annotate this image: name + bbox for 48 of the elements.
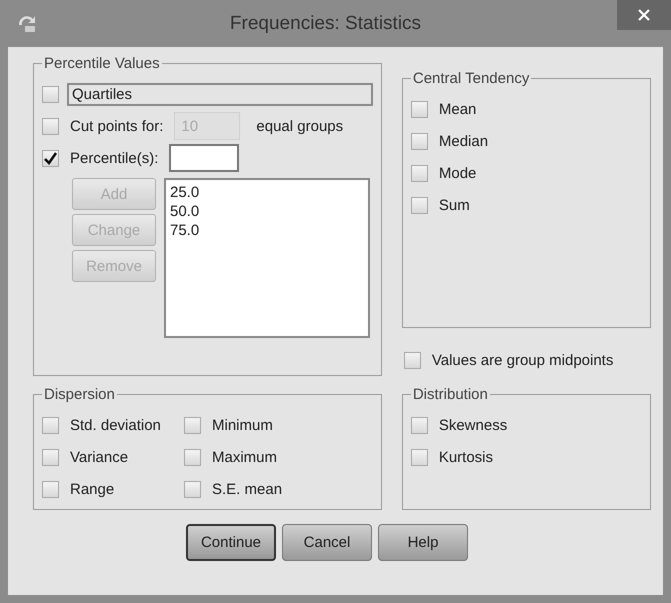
checkbox-label: Range: [69, 480, 116, 498]
group-title: Distribution: [412, 386, 489, 403]
checkbox-label: Cut points for:: [69, 116, 164, 136]
checkbox-label: Kurtosis: [438, 448, 494, 466]
percentile-list[interactable]: 25.0 50.0 75.0: [164, 178, 370, 338]
checkbox[interactable]: [42, 86, 59, 102]
dialog-button[interactable]: Help: [378, 524, 468, 561]
checkbox[interactable]: [410, 100, 428, 118]
checkbox[interactable]: [42, 416, 59, 434]
checkbox-label: Skewness: [438, 416, 508, 434]
group-title: Central Tendency: [412, 70, 530, 87]
checkbox-label: Median: [438, 132, 490, 150]
close-button[interactable]: [617, 0, 671, 30]
checkbox-label: Values are group midpoints: [430, 350, 614, 370]
checkbox[interactable]: [42, 118, 59, 134]
checkbox[interactable]: [184, 480, 201, 498]
checkbox-label: Mode: [438, 164, 478, 182]
checkbox[interactable]: [184, 448, 201, 466]
checkbox[interactable]: [410, 196, 428, 214]
checkbox-label: Quartiles: [67, 82, 373, 106]
dialog-button[interactable]: Continue: [186, 524, 276, 561]
checkbox[interactable]: [42, 150, 59, 166]
group-title: Percentile Values: [43, 55, 161, 72]
checkbox[interactable]: [410, 416, 428, 434]
suffix-label: equal groups: [256, 118, 344, 134]
checkbox[interactable]: [410, 448, 428, 466]
checkbox[interactable]: [404, 352, 421, 368]
list-item[interactable]: 75.0: [170, 222, 364, 239]
checkbox[interactable]: [184, 416, 201, 434]
checkbox-label: Maximum: [211, 448, 278, 466]
close-icon: [638, 9, 650, 21]
list-item[interactable]: 25.0: [170, 184, 364, 201]
group-title: Dispersion: [43, 386, 116, 403]
checkbox-label: S.E. mean: [211, 480, 284, 498]
checkbox-label: Std. deviation: [69, 416, 162, 434]
dialog-button[interactable]: Cancel: [282, 524, 372, 561]
checkbox-label: Sum: [438, 196, 471, 214]
checkbox-label: Percentile(s):: [69, 148, 160, 168]
checkbox[interactable]: [42, 448, 59, 466]
checkbox[interactable]: [42, 480, 59, 498]
list-item[interactable]: 50.0: [170, 203, 364, 220]
window-title: Frequencies: Statistics: [228, 12, 422, 34]
checkbox[interactable]: [410, 132, 428, 150]
percentile-field[interactable]: [169, 144, 240, 172]
checkbox-label: Minimum: [211, 416, 274, 434]
checkbox-label: Variance: [69, 448, 130, 466]
checkbox[interactable]: [410, 164, 428, 182]
checkbox-label: Mean: [438, 100, 478, 118]
